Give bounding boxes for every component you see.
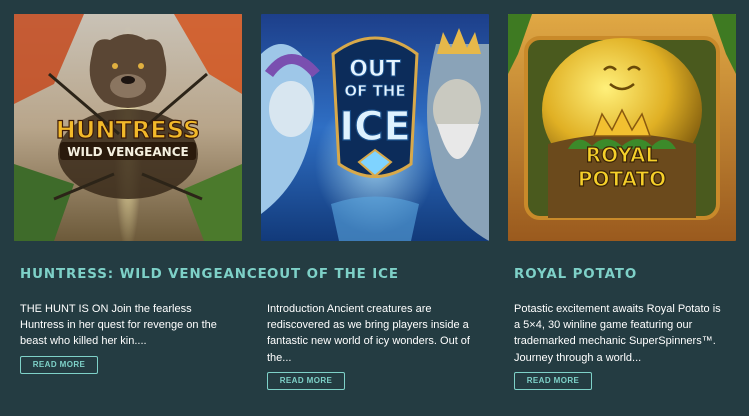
game-title[interactable]: ROYAL POTATO: [514, 267, 736, 282]
read-more-button[interactable]: READ MORE: [514, 371, 592, 390]
ice-logo-line1: OUT: [349, 57, 401, 82]
ice-logo-line2: OF THE: [344, 82, 405, 100]
potato-logo-line2: POTATO: [578, 167, 666, 191]
game-card-huntress: HUNTRESS WILD VENGEANCE HUNTRESS: WILD V…: [14, 14, 267, 374]
huntress-logo-line1: HUNTRESS: [56, 116, 200, 144]
game-thumbnail-huntress[interactable]: HUNTRESS WILD VENGEANCE: [14, 14, 242, 241]
read-more-button[interactable]: READ MORE: [20, 355, 98, 374]
game-thumbnail-out-of-the-ice[interactable]: OUT OF THE ICE: [261, 14, 489, 241]
game-description: Introduction Ancient creatures are redis…: [267, 303, 470, 364]
read-more-button[interactable]: READ MORE: [267, 371, 345, 390]
game-description: Potastic excitement awaits Royal Potato …: [514, 303, 721, 364]
huntress-artwork: HUNTRESS WILD VENGEANCE: [14, 14, 242, 241]
potato-logo-line1: ROYAL: [586, 143, 659, 167]
game-title[interactable]: OUT OF THE ICE: [267, 267, 489, 282]
game-thumbnail-royal-potato[interactable]: ROYAL POTATO: [508, 14, 736, 241]
game-card-out-of-the-ice: OUT OF THE ICE OUT OF THE ICE Introducti…: [261, 14, 489, 390]
game-card-royal-potato: ROYAL POTATO ROYAL POTATO Potastic excit…: [508, 14, 736, 390]
game-title[interactable]: HUNTRESS: WILD VENGEANCE: [20, 267, 267, 282]
out-of-the-ice-artwork: OUT OF THE ICE: [261, 14, 489, 241]
game-description: THE HUNT IS ON Join the fearless Huntres…: [20, 303, 217, 348]
huntress-logo-line2: WILD VENGEANCE: [67, 145, 188, 159]
royal-potato-artwork: ROYAL POTATO: [508, 14, 736, 241]
ice-logo-line3: ICE: [339, 104, 411, 150]
